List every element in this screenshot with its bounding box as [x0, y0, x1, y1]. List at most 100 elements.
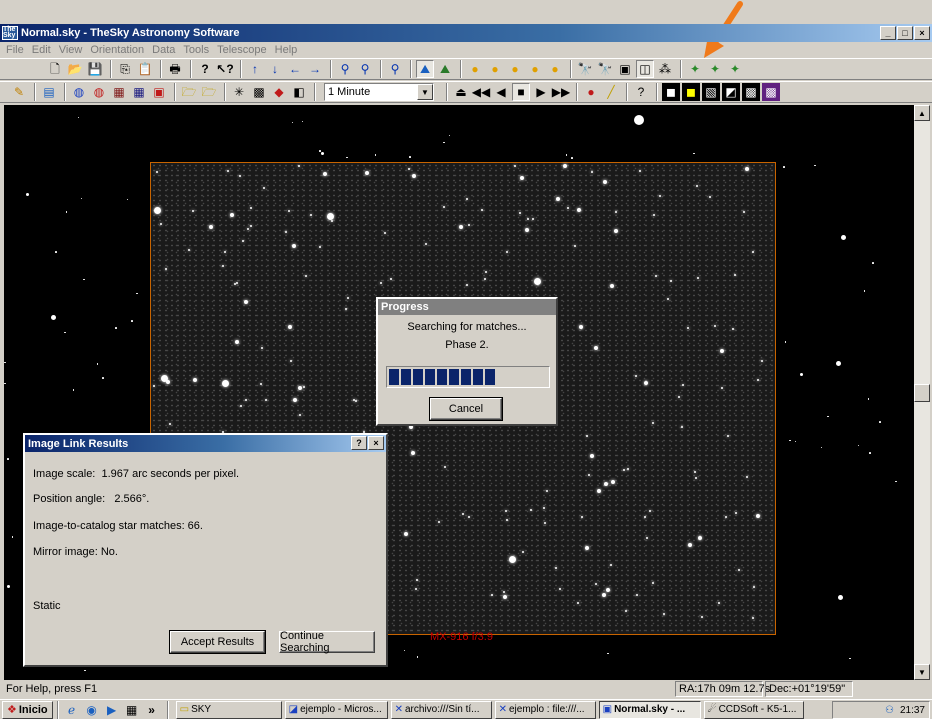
- menu-view[interactable]: View: [59, 44, 83, 56]
- task-sky[interactable]: ▭ SKY: [175, 700, 282, 719]
- find-icon[interactable]: ⚲: [386, 60, 404, 78]
- image2-icon[interactable]: ◼: [682, 83, 700, 101]
- scroll-down-icon[interactable]: ▼: [914, 664, 930, 680]
- chevron-down-icon[interactable]: ▼: [417, 84, 433, 100]
- fast-forward-icon[interactable]: ▶▶: [552, 83, 570, 101]
- image6-icon[interactable]: ▩: [762, 83, 780, 101]
- tray-network-icon[interactable]: ⚇: [885, 705, 894, 716]
- accept-results-button[interactable]: Accept Results: [169, 630, 266, 654]
- close-button[interactable]: ×: [914, 26, 930, 40]
- ground-icon[interactable]: ⛰: [436, 60, 454, 78]
- image-star: [345, 308, 348, 311]
- minimize-button[interactable]: _: [880, 26, 896, 40]
- start-button[interactable]: ❖ Inicio: [2, 700, 53, 719]
- image-star: [249, 224, 252, 227]
- image-star: [587, 474, 590, 477]
- vertical-scrollbar[interactable]: ▲ ▼: [914, 105, 930, 680]
- desktop-icon[interactable]: ◉: [83, 701, 101, 719]
- grid-icon[interactable]: ▦: [110, 83, 128, 101]
- moon-icon[interactable]: ●: [486, 60, 504, 78]
- play-icon[interactable]: ▶: [532, 83, 550, 101]
- scroll-up-icon[interactable]: ▲: [914, 105, 930, 121]
- sun-icon[interactable]: ●: [466, 60, 484, 78]
- image-link-settings-icon[interactable]: ⁂: [656, 60, 674, 78]
- folder-save-icon[interactable]: 🗁: [200, 83, 218, 101]
- new-file-icon[interactable]: 🗋: [46, 60, 64, 78]
- help-icon[interactable]: ?: [196, 60, 214, 78]
- rewind-icon[interactable]: ◀◀: [472, 83, 490, 101]
- menu-orientation[interactable]: Orientation: [90, 44, 144, 56]
- background-star: [301, 120, 304, 123]
- print-icon[interactable]: 🖶: [166, 60, 184, 78]
- menu-telescope[interactable]: Telescope: [217, 44, 267, 56]
- cancel-button[interactable]: Cancel: [429, 397, 503, 421]
- task-archivo[interactable]: ✕ archivo:///Sin tí...: [390, 700, 492, 719]
- planet2-icon[interactable]: ●: [526, 60, 544, 78]
- task-normal-sky[interactable]: ▣ Normal.sky - ...: [598, 700, 701, 719]
- image1-icon[interactable]: ◼: [662, 83, 680, 101]
- left-arrow-icon[interactable]: ←: [286, 60, 304, 78]
- step-back-icon[interactable]: ◀: [492, 83, 510, 101]
- dialog-close-button[interactable]: ×: [368, 436, 384, 450]
- task-ejemplo[interactable]: ✕ ejemplo : file:///...: [494, 700, 596, 719]
- save-icon[interactable]: 💾: [86, 60, 104, 78]
- media-icon[interactable]: ▶: [103, 701, 121, 719]
- up-arrow-icon[interactable]: ↑: [246, 60, 264, 78]
- mount2-icon[interactable]: ✦: [706, 60, 724, 78]
- mount3-icon[interactable]: ✦: [726, 60, 744, 78]
- task-sky-label: SKY: [191, 704, 212, 715]
- more-icon[interactable]: »: [143, 701, 161, 719]
- task-ccdsoft[interactable]: ☄ CCDSoft - K5-1...: [703, 700, 804, 719]
- telescope2-icon[interactable]: 🔭: [596, 60, 614, 78]
- image5-icon[interactable]: ▩: [742, 83, 760, 101]
- maximize-button[interactable]: □: [897, 26, 913, 40]
- query-icon[interactable]: ?: [632, 83, 650, 101]
- right-arrow-icon[interactable]: →: [306, 60, 324, 78]
- stop-icon[interactable]: ■: [512, 83, 530, 101]
- car-icon[interactable]: ◆: [270, 83, 288, 101]
- horizon-icon[interactable]: ⛰: [416, 60, 434, 78]
- paste-icon[interactable]: 📋: [136, 60, 154, 78]
- mount1-icon[interactable]: ✦: [686, 60, 704, 78]
- zoom-in-icon[interactable]: ⚲: [336, 60, 354, 78]
- bus-icon[interactable]: ◧: [290, 83, 308, 101]
- folder-open-icon[interactable]: 🗁: [180, 83, 198, 101]
- image-link-icon[interactable]: ◫: [636, 60, 654, 78]
- help-button[interactable]: ?: [351, 436, 367, 450]
- eject-icon[interactable]: ⏏: [452, 83, 470, 101]
- quicklaunch-icon[interactable]: ▦: [123, 701, 141, 719]
- menu-data[interactable]: Data: [152, 44, 175, 56]
- menu-edit[interactable]: Edit: [32, 44, 51, 56]
- image-star: [646, 537, 649, 540]
- scroll-thumb[interactable]: [914, 384, 930, 402]
- planet-icon[interactable]: ●: [506, 60, 524, 78]
- grid3-icon[interactable]: ▣: [150, 83, 168, 101]
- record-icon[interactable]: ●: [582, 83, 600, 101]
- spark-icon[interactable]: ✳: [230, 83, 248, 101]
- menu-file[interactable]: File: [6, 44, 24, 56]
- copy-icon[interactable]: ⎘: [116, 60, 134, 78]
- open-folder-icon[interactable]: 📂: [66, 60, 84, 78]
- time-step-select[interactable]: 1 Minute ▼: [324, 83, 434, 101]
- whats-this-icon[interactable]: ↖?: [216, 60, 234, 78]
- task-word[interactable]: ◪ ejemplo - Micros...: [284, 700, 388, 719]
- pencil-icon[interactable]: ✎: [10, 83, 28, 101]
- telescope-icon[interactable]: 🔭: [576, 60, 594, 78]
- globe-icon[interactable]: ◍: [70, 83, 88, 101]
- cluster-icon[interactable]: ▩: [250, 83, 268, 101]
- ie-icon[interactable]: ℯ: [63, 701, 81, 719]
- ccd-camera-icon[interactable]: ▣: [616, 60, 634, 78]
- image3-icon[interactable]: ▧: [702, 83, 720, 101]
- chart-icon[interactable]: ▤: [40, 83, 58, 101]
- menu-help[interactable]: Help: [275, 44, 298, 56]
- image4-icon[interactable]: ◩: [722, 83, 740, 101]
- grid2-icon[interactable]: ▦: [130, 83, 148, 101]
- info-icon[interactable]: ●: [546, 60, 564, 78]
- zoom-out-icon[interactable]: ⚲: [356, 60, 374, 78]
- continue-searching-button[interactable]: Continue Searching: [279, 630, 375, 654]
- brush-icon[interactable]: ╱: [602, 83, 620, 101]
- image-star: [233, 282, 236, 285]
- menu-tools[interactable]: Tools: [183, 44, 209, 56]
- globe2-icon[interactable]: ◍: [90, 83, 108, 101]
- down-arrow-icon[interactable]: ↓: [266, 60, 284, 78]
